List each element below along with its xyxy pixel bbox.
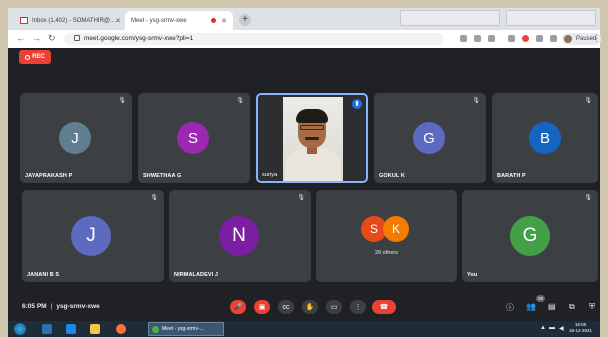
background-window: [400, 10, 500, 26]
close-icon[interactable]: ✕: [115, 17, 121, 25]
recording-dot-icon: [211, 18, 217, 23]
participant-tile[interactable]: 🎙 B BARATH P: [492, 93, 598, 183]
participant-tile[interactable]: 🎙 N NIRMALADEVI J: [169, 190, 311, 282]
mic-muted-icon: 🎙: [584, 98, 592, 104]
avatar: J: [59, 122, 91, 154]
current-time: 6:05 PM: [22, 303, 47, 310]
participant-name: GOKUL K: [379, 173, 405, 179]
participant-name: NIRMALADEVI J: [174, 272, 219, 278]
participant-name: You: [467, 272, 478, 278]
participant-name: JANANI B S: [27, 272, 60, 278]
start-button[interactable]: [14, 323, 26, 335]
extension-icon[interactable]: [522, 35, 529, 42]
participant-name: SHWETHAA G: [143, 173, 182, 179]
puzzle-extensions-icon[interactable]: [550, 35, 557, 42]
meeting-details-icon[interactable]: ⓘ: [506, 302, 514, 313]
address-bar[interactable]: meet.google.com/ysg-srmv-xwe?pli=1: [64, 33, 444, 45]
avatar: S: [177, 122, 209, 154]
participant-count-badge: 28: [536, 295, 545, 302]
bookmark-star-icon[interactable]: [488, 35, 495, 42]
firefox-icon[interactable]: [116, 324, 126, 334]
participant-tile[interactable]: 🎙 S SHWETHAA G: [138, 93, 250, 183]
close-icon[interactable]: ✕: [221, 17, 227, 25]
participant-tile-speaking[interactable]: ▮ suriya: [256, 93, 368, 183]
others-tile[interactable]: S K 26 others: [316, 190, 457, 282]
clock-date: 18-12-2021: [569, 328, 593, 333]
raise-hand-button[interactable]: ✋: [302, 300, 318, 314]
network-icon[interactable]: ▬: [549, 325, 555, 331]
meet-call-area: REC 🎙 J JAYAPRAKASH P 🎙 S SHWETHAA G ▮ s…: [8, 48, 600, 321]
forward-arrow-icon[interactable]: →: [32, 33, 41, 43]
avatar: N: [219, 216, 259, 256]
rec-label: REC: [32, 54, 45, 60]
back-arrow-icon[interactable]: ←: [16, 33, 25, 43]
media-player-icon[interactable]: [42, 324, 52, 334]
mic-off-button[interactable]: 🎤: [230, 300, 246, 314]
extension-icon[interactable]: [508, 35, 515, 42]
taskbar-window-label: Meet - ysg-srmv-...: [162, 326, 204, 332]
participant-name: suriya: [262, 172, 278, 178]
participant-tile[interactable]: 🎙 G GOKUL K: [374, 93, 486, 183]
tab-label: Meet - ysg-srmv-xwe: [131, 17, 187, 24]
avatar: [564, 35, 572, 43]
new-tab-button[interactable]: +: [239, 14, 251, 26]
url-text: meet.google.com/ysg-srmv-xwe?pli=1: [84, 35, 194, 42]
chat-icon[interactable]: ▤: [548, 302, 556, 311]
tab-gmail-inbox[interactable]: Inbox (1,402) - SOMATHIR@... ✕: [14, 11, 122, 30]
desktop-screen: Inbox (1,402) - SOMATHIR@... ✕ Meet - ys…: [0, 8, 608, 337]
share-icon[interactable]: [474, 35, 481, 42]
volume-icon[interactable]: ◀: [559, 325, 564, 332]
browser-tab-strip: Inbox (1,402) - SOMATHIR@... ✕ Meet - ys…: [8, 8, 600, 30]
mic-muted-icon: 🎙: [118, 98, 126, 104]
recording-indicator[interactable]: REC: [19, 50, 51, 64]
camera-permission-icon[interactable]: [460, 35, 467, 42]
mic-muted-icon: 🎙: [297, 195, 305, 201]
present-button[interactable]: ▭: [326, 300, 342, 314]
extension-icon[interactable]: [536, 35, 543, 42]
windows-taskbar: Meet - ysg-srmv-... ▲ ▬ ◀ 18:05 18-12-20…: [8, 321, 600, 337]
meeting-info: 6:05 PM | ysg-srmv-xwe: [22, 303, 100, 310]
participant-tile[interactable]: 🎙 J JANANI B S: [22, 190, 164, 282]
others-count: 26 others: [375, 250, 398, 256]
more-menu-icon[interactable]: ⋮: [592, 33, 601, 44]
tab-label: Inbox (1,402) - SOMATHIR@...: [32, 17, 116, 24]
participant-name: JAYAPRAKASH P: [25, 173, 73, 179]
record-icon: [25, 54, 31, 60]
participant-tile[interactable]: 🎙 J JAYAPRAKASH P: [20, 93, 132, 183]
chrome-icon: [152, 326, 159, 333]
leave-call-button[interactable]: ☎: [372, 300, 396, 314]
participant-name: BARATH P: [497, 173, 526, 179]
avatar: G: [510, 216, 550, 256]
tab-meet[interactable]: Meet - ysg-srmv-xwe ✕: [125, 11, 233, 30]
more-options-button[interactable]: ⋮: [350, 300, 366, 314]
background-window: [506, 10, 596, 26]
avatar: K: [383, 216, 409, 242]
host-controls-icon[interactable]: ⛨: [589, 302, 595, 312]
avatar: G: [413, 122, 445, 154]
avatar: B: [529, 122, 561, 154]
reload-icon[interactable]: ↻: [48, 33, 56, 44]
people-icon[interactable]: 👥: [526, 302, 536, 311]
lock-icon: [74, 35, 80, 42]
camera-off-button[interactable]: ▣: [254, 300, 270, 314]
taskbar-chrome-window[interactable]: Meet - ysg-srmv-...: [148, 322, 224, 336]
browser-toolbar: ← → ↻ meet.google.com/ysg-srmv-xwe?pli=1…: [8, 30, 602, 49]
captions-button[interactable]: cc: [278, 300, 294, 314]
meeting-controls-bar: 6:05 PM | ysg-srmv-xwe 🎤 ▣ cc ✋ ▭ ⋮ ☎ ⓘ 👥 …: [8, 293, 600, 321]
mic-muted-icon: 🎙: [150, 195, 158, 201]
activities-icon[interactable]: ⧉: [569, 302, 575, 312]
mic-muted-icon: 🎙: [584, 195, 592, 201]
participant-video: [283, 97, 343, 181]
avatar: J: [71, 216, 111, 256]
speaking-indicator-icon: ▮: [352, 99, 362, 109]
meeting-code: ysg-srmv-xwe: [56, 303, 100, 310]
self-tile[interactable]: 🎙 G You: [462, 190, 598, 282]
gmail-icon: [20, 17, 28, 24]
file-explorer-icon[interactable]: [90, 324, 100, 334]
mic-muted-icon: 🎙: [236, 98, 244, 104]
mic-muted-icon: 🎙: [472, 98, 480, 104]
taskbar-clock[interactable]: 18:05 18-12-2021: [569, 322, 592, 334]
tray-arrow-icon[interactable]: ▲: [540, 325, 546, 331]
edge-browser-icon[interactable]: [66, 324, 76, 334]
